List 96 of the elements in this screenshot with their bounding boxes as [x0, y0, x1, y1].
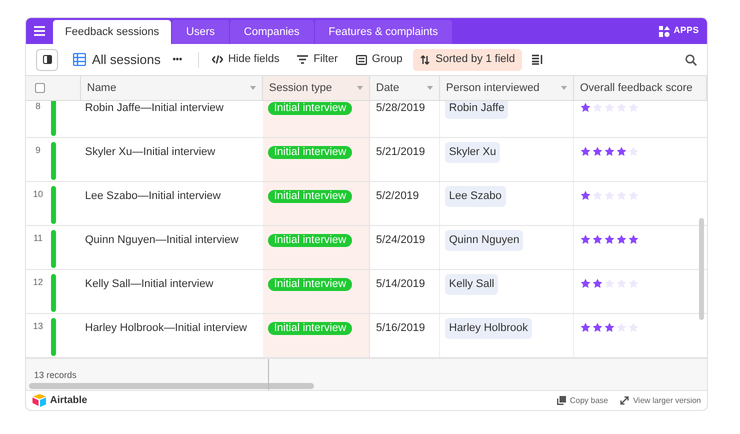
brand-name[interactable]: Airtable [50, 393, 88, 408]
star-icon [604, 234, 615, 245]
column-label: Name [87, 80, 116, 96]
star-icon [628, 234, 639, 245]
copy-icon [556, 396, 566, 405]
row-number: 13 [32, 320, 44, 333]
person-chip: Robin Jaffe [445, 101, 508, 118]
row-number: 12 [32, 276, 44, 289]
dropdown-caret-icon[interactable] [427, 86, 433, 90]
row-color-bar [51, 318, 56, 356]
group-icon [356, 54, 367, 64]
star-icon [616, 146, 627, 157]
row-color-bar [51, 101, 56, 136]
row-number: 11 [32, 232, 44, 245]
tab[interactable]: Users [172, 20, 229, 44]
column-header[interactable]: Person interviewed [440, 76, 574, 100]
toolbar-button[interactable]: Group [348, 48, 410, 70]
row-color-bar [51, 230, 56, 268]
star-icon [580, 234, 591, 245]
session-type-tag: Initial interview [268, 146, 352, 159]
star-icon [592, 278, 603, 289]
footer-link[interactable]: Copy base [556, 394, 608, 406]
row-color-bar [51, 274, 56, 312]
search-icon[interactable] [685, 54, 697, 66]
star-icon [592, 234, 603, 245]
date-cell: 5/16/2019 [376, 322, 425, 334]
brand-logo-icon [32, 394, 47, 407]
row-number: 10 [32, 188, 44, 201]
person-chip: Skyler Xu [445, 142, 500, 162]
apps-label[interactable]: APPS [674, 24, 699, 38]
row-number: 9 [34, 144, 42, 157]
session-type-tag: Initial interview [268, 102, 352, 115]
person-chip: Lee Szabo [445, 186, 506, 206]
column-label: Overall feedback score [580, 80, 692, 96]
star-icon [604, 322, 615, 333]
session-type-tag: Initial interview [268, 278, 352, 291]
star-icon [580, 190, 591, 201]
filter-icon [297, 55, 308, 64]
select-all-checkbox[interactable] [35, 83, 45, 93]
person-chip: Kelly Sall [445, 274, 498, 294]
date-cell: 5/21/2019 [376, 146, 425, 158]
name-cell: Quinn Nguyen—Initial interview [85, 234, 238, 246]
session-type-tag: Initial interview [268, 190, 352, 203]
star-icon [592, 322, 603, 333]
grid-view-icon [73, 53, 86, 66]
row-number: 8 [34, 101, 42, 113]
column-label: Session type [269, 80, 332, 96]
menu-icon[interactable] [34, 26, 45, 36]
star-icon [580, 102, 591, 113]
row-height-icon[interactable] [532, 54, 543, 65]
star-icon [592, 146, 603, 157]
column-header[interactable]: Overall feedback score [574, 76, 707, 100]
dropdown-caret-icon[interactable] [561, 86, 567, 90]
apps-icon[interactable] [658, 26, 670, 36]
column-header[interactable]: Date [370, 76, 440, 100]
tab[interactable]: Feedback sessions [53, 20, 172, 44]
date-cell: 5/28/2019 [376, 102, 425, 114]
toolbar-button[interactable]: Filter [290, 48, 345, 70]
date-cell: 5/14/2019 [376, 278, 425, 290]
star-icon [580, 278, 591, 289]
row-color-bar [51, 142, 56, 180]
tab[interactable]: Companies [230, 20, 314, 44]
column-label: Person interviewed [446, 80, 540, 96]
star-icon [580, 322, 591, 333]
date-cell: 5/24/2019 [376, 234, 425, 246]
dropdown-caret-icon[interactable] [357, 86, 363, 90]
date-cell: 5/2/2019 [376, 190, 419, 202]
name-cell: Skyler Xu—Initial interview [85, 146, 216, 158]
tab[interactable]: Features & complaints [314, 20, 452, 44]
person-chip: Quinn Nguyen [445, 230, 524, 250]
session-type-tag: Initial interview [268, 322, 352, 335]
column-label: Date [376, 80, 400, 96]
name-cell: Harley Holbrook—Initial interview [85, 322, 248, 334]
name-cell: Lee Szabo—Initial interview [85, 190, 221, 202]
toolbar-button[interactable]: Hide fields [205, 48, 286, 70]
record-count: 13 records [34, 369, 77, 382]
star-icon [616, 234, 627, 245]
column-header[interactable]: Session type [263, 76, 370, 100]
sidebar-icon [42, 55, 52, 64]
name-cell: Kelly Sall—Initial interview [85, 278, 214, 290]
horizontal-scrollbar[interactable] [29, 383, 314, 389]
star-icon [604, 146, 615, 157]
name-cell: Robin Jaffe—Initial interview [85, 102, 224, 114]
expand-icon [620, 396, 630, 405]
session-type-tag: Initial interview [268, 234, 352, 247]
footer-link[interactable]: View larger version [620, 394, 701, 406]
sidebar-toggle-button[interactable] [36, 48, 58, 70]
vertical-scrollbar[interactable] [699, 218, 704, 320]
row-color-bar [51, 186, 56, 224]
sort-icon [420, 54, 430, 64]
toolbar-button[interactable]: Sorted by 1 field [413, 48, 522, 70]
star-icon [580, 146, 591, 157]
view-name[interactable]: All sessions [92, 50, 161, 70]
more-button[interactable]: ••• [172, 52, 182, 66]
dropdown-caret-icon[interactable] [250, 86, 256, 90]
person-chip: Harley Holbrook [445, 318, 532, 338]
